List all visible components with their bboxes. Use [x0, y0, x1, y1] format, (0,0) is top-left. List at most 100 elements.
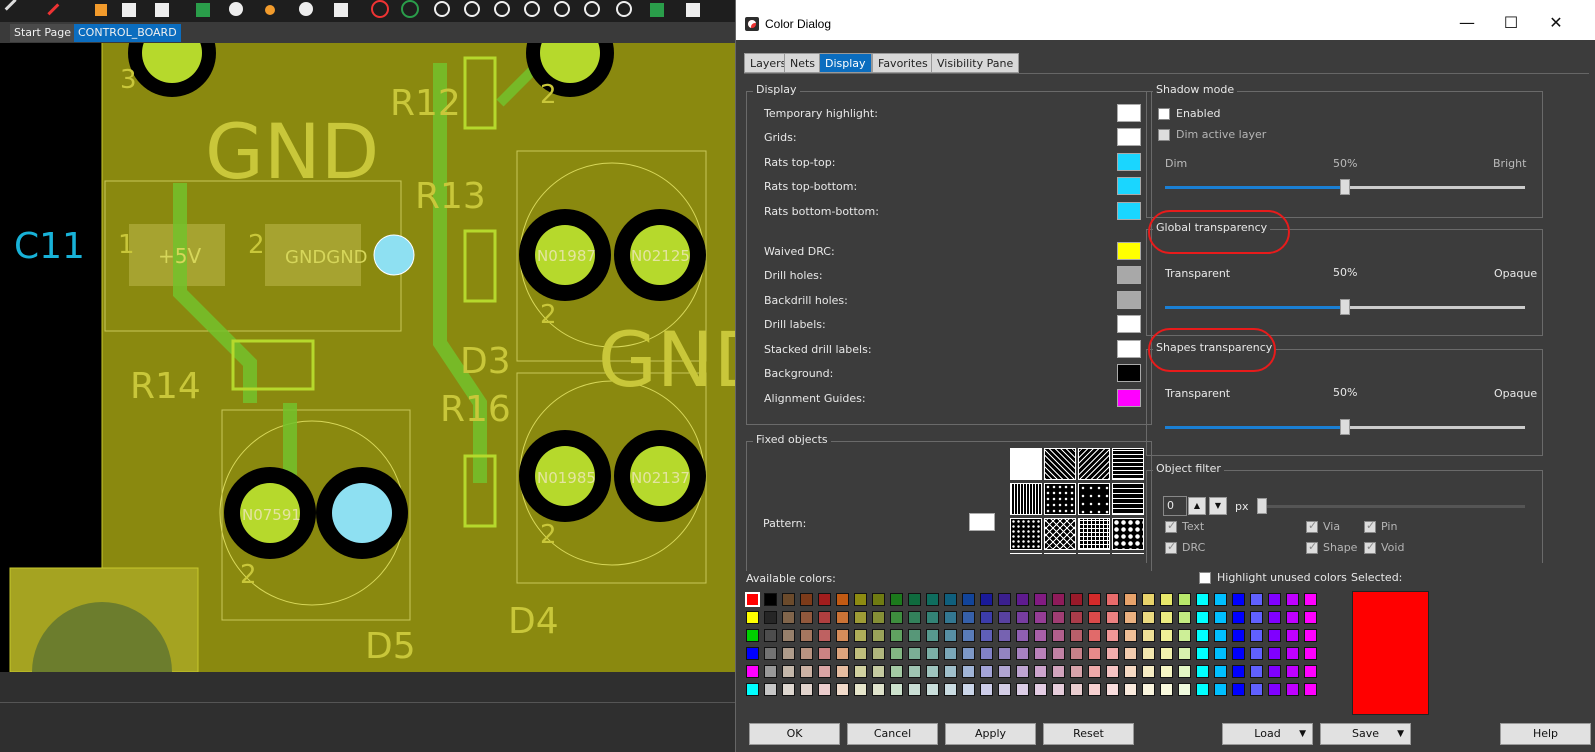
pattern-swatch[interactable] — [1112, 518, 1144, 550]
palette-color-cell[interactable] — [746, 683, 759, 696]
maximize-button[interactable]: ☐ — [1496, 12, 1526, 34]
palette-color-cell[interactable] — [800, 629, 813, 642]
palette-color-cell[interactable] — [1196, 665, 1209, 678]
palette-color-cell[interactable] — [836, 665, 849, 678]
palette-color-cell[interactable] — [1160, 629, 1173, 642]
palette-color-cell[interactable] — [1232, 683, 1245, 696]
palette-color-cell[interactable] — [1160, 611, 1173, 624]
shadow-enabled-checkbox[interactable] — [1158, 108, 1170, 120]
palette-color-cell[interactable] — [818, 611, 831, 624]
palette-color-cell[interactable] — [1088, 683, 1101, 696]
palette-color-cell[interactable] — [1070, 665, 1083, 678]
display-row-color-swatch[interactable] — [1117, 153, 1141, 171]
palette-color-cell[interactable] — [1124, 647, 1137, 660]
palette-color-cell[interactable] — [836, 683, 849, 696]
display-row-color-swatch[interactable] — [1117, 389, 1141, 407]
palette-color-cell[interactable] — [1124, 629, 1137, 642]
palette-color-cell[interactable] — [1214, 647, 1227, 660]
palette-color-cell[interactable] — [1124, 683, 1137, 696]
palette-color-cell[interactable] — [1286, 593, 1299, 606]
pattern-swatch[interactable] — [1010, 483, 1042, 515]
palette-color-cell[interactable] — [908, 683, 921, 696]
palette-color-cell[interactable] — [1250, 593, 1263, 606]
palette-color-cell[interactable] — [1070, 647, 1083, 660]
palette-color-cell[interactable] — [836, 647, 849, 660]
palette-color-cell[interactable] — [998, 647, 1011, 660]
tab-favorites[interactable]: Favorites — [872, 53, 934, 73]
palette-color-cell[interactable] — [980, 683, 993, 696]
palette-color-cell[interactable] — [980, 593, 993, 606]
display-row-color-swatch[interactable] — [1117, 266, 1141, 284]
palette-color-cell[interactable] — [1304, 665, 1317, 678]
palette-color-cell[interactable] — [926, 611, 939, 624]
palette-color-cell[interactable] — [1034, 611, 1047, 624]
pattern-swatch[interactable] — [1044, 483, 1076, 515]
palette-color-cell[interactable] — [1196, 629, 1209, 642]
palette-color-cell[interactable] — [1016, 593, 1029, 606]
palette-color-cell[interactable] — [1052, 647, 1065, 660]
palette-color-cell[interactable] — [1250, 611, 1263, 624]
palette-color-cell[interactable] — [980, 611, 993, 624]
palette-color-cell[interactable] — [1016, 647, 1029, 660]
palette-color-cell[interactable] — [1106, 683, 1119, 696]
palette-color-cell[interactable] — [962, 593, 975, 606]
palette-color-cell[interactable] — [998, 593, 1011, 606]
highlight-unused-checkbox[interactable] — [1199, 572, 1211, 584]
close-button[interactable]: ✕ — [1541, 12, 1571, 34]
dialog-titlebar[interactable]: Color Dialog — ☐ ✕ — [736, 0, 1595, 40]
palette-color-cell[interactable] — [1070, 629, 1083, 642]
palette-color-cell[interactable] — [926, 629, 939, 642]
tab-start-page[interactable]: Start Page — [10, 24, 75, 42]
palette-color-cell[interactable] — [1214, 629, 1227, 642]
palette-color-cell[interactable] — [872, 611, 885, 624]
palette-color-cell[interactable] — [782, 593, 795, 606]
shadow-slider-thumb[interactable] — [1340, 179, 1350, 195]
palette-color-cell[interactable] — [1286, 647, 1299, 660]
pattern-swatch[interactable] — [1078, 518, 1110, 550]
palette-color-cell[interactable] — [818, 683, 831, 696]
pattern-swatch[interactable] — [1044, 518, 1076, 550]
filter-drc-checkbox[interactable] — [1165, 540, 1177, 554]
palette-color-cell[interactable] — [998, 629, 1011, 642]
filter-pin-checkbox[interactable] — [1364, 519, 1376, 533]
palette-color-cell[interactable] — [1196, 683, 1209, 696]
filter-size-down-button[interactable]: ▼ — [1209, 497, 1227, 515]
palette-color-cell[interactable] — [746, 665, 759, 678]
palette-color-cell[interactable] — [962, 647, 975, 660]
pattern-swatch[interactable] — [1044, 448, 1076, 480]
palette-color-cell[interactable] — [926, 683, 939, 696]
palette-color-cell[interactable] — [890, 665, 903, 678]
tab-display[interactable]: Display — [819, 53, 872, 73]
palette-color-cell[interactable] — [1286, 665, 1299, 678]
palette-color-cell[interactable] — [1160, 665, 1173, 678]
palette-color-cell[interactable] — [872, 665, 885, 678]
palette-color-cell[interactable] — [1088, 629, 1101, 642]
palette-color-cell[interactable] — [746, 629, 759, 642]
palette-color-cell[interactable] — [782, 611, 795, 624]
palette-color-cell[interactable] — [836, 593, 849, 606]
palette-color-cell[interactable] — [1088, 611, 1101, 624]
palette-color-cell[interactable] — [782, 683, 795, 696]
pattern-swatch[interactable] — [1010, 448, 1042, 480]
palette-color-cell[interactable] — [1160, 683, 1173, 696]
palette-color-cell[interactable] — [1268, 629, 1281, 642]
palette-color-cell[interactable] — [1304, 683, 1317, 696]
palette-color-cell[interactable] — [1232, 647, 1245, 660]
palette-color-cell[interactable] — [1250, 647, 1263, 660]
palette-color-cell[interactable] — [1052, 683, 1065, 696]
palette-color-cell[interactable] — [1250, 629, 1263, 642]
load-button[interactable]: Load ▼ — [1222, 723, 1313, 745]
palette-color-cell[interactable] — [1304, 593, 1317, 606]
palette-color-cell[interactable] — [1052, 665, 1065, 678]
palette-color-cell[interactable] — [908, 665, 921, 678]
palette-color-cell[interactable] — [1286, 611, 1299, 624]
palette-color-cell[interactable] — [1214, 593, 1227, 606]
palette-color-cell[interactable] — [764, 647, 777, 660]
palette-color-cell[interactable] — [998, 683, 1011, 696]
palette-color-cell[interactable] — [1178, 611, 1191, 624]
palette-color-cell[interactable] — [908, 647, 921, 660]
palette-color-cell[interactable] — [1052, 629, 1065, 642]
palette-color-cell[interactable] — [818, 647, 831, 660]
filter-size-slider[interactable] — [1257, 498, 1525, 514]
pattern-swatch[interactable] — [1078, 448, 1110, 480]
